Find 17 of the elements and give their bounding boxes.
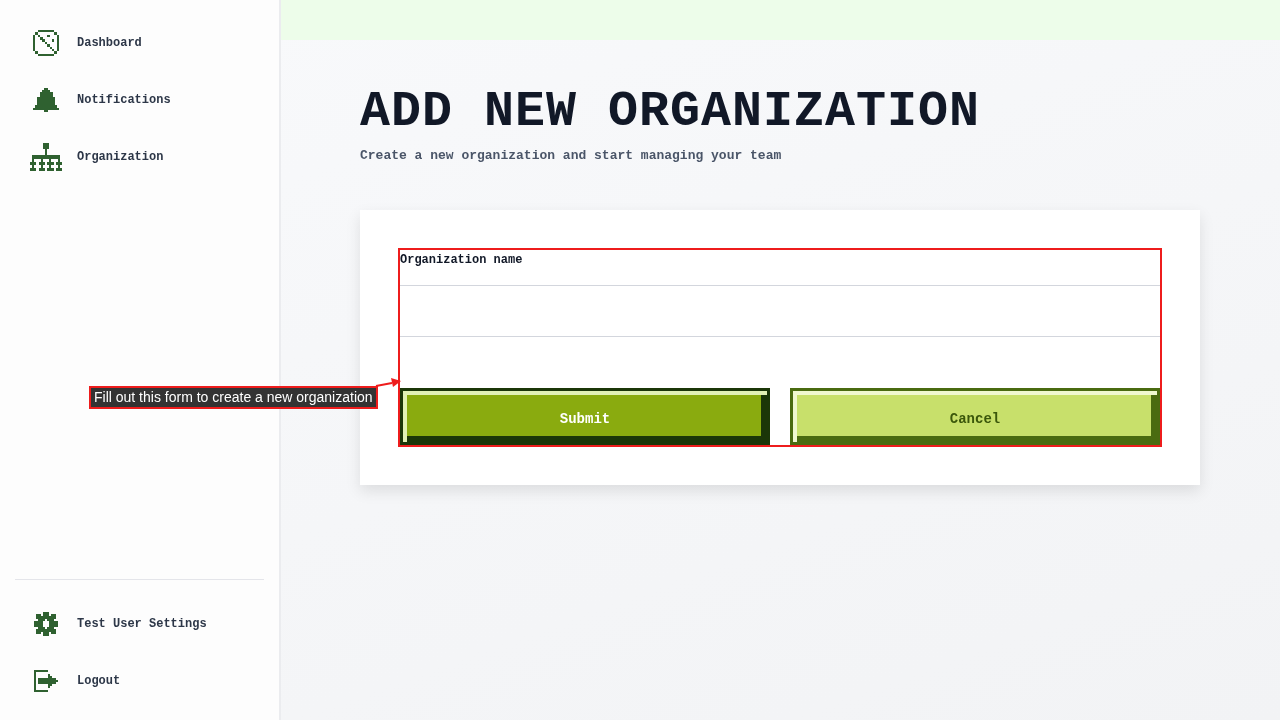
sidebar-item[interactable]: Test User Settings bbox=[0, 595, 279, 652]
input-field[interactable] bbox=[400, 285, 1160, 337]
page-title: ADD NEW ORGANIZATION bbox=[360, 87, 981, 137]
logout-icon bbox=[34, 669, 58, 692]
sidebar-item[interactable]: Dashboard bbox=[0, 14, 279, 71]
sidebar-item[interactable]: Notifications bbox=[0, 71, 279, 128]
field-label: Organization name bbox=[400, 252, 523, 269]
cancel-button[interactable]: Cancel bbox=[790, 388, 1160, 445]
gear-icon bbox=[34, 611, 58, 636]
page-subtitle: Create a new organization and start managing your team bbox=[360, 147, 782, 165]
callout-label: Fill out this form to create a new organization bbox=[89, 386, 378, 409]
gauge-icon bbox=[33, 29, 59, 56]
sidebar-item[interactable]: Logout bbox=[0, 652, 279, 709]
bell-icon bbox=[33, 87, 59, 112]
sidebar-item[interactable]: Organization bbox=[0, 128, 279, 185]
org-chart-icon bbox=[30, 142, 62, 171]
callout-arrow bbox=[375, 378, 401, 387]
